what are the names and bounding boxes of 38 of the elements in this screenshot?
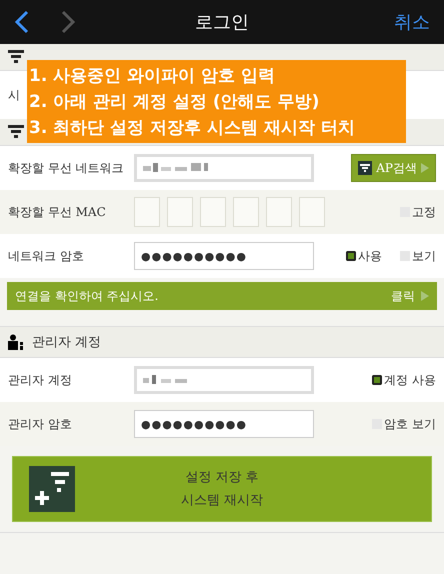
field-label: 확장할 무선 네트워크	[8, 160, 125, 176]
connection-message: 연결을 확인하여 주십시오.	[15, 288, 158, 304]
instruction-line: 3. 최하단 설정 저장후 시스템 재시작 터치	[29, 116, 356, 140]
field-label: 네트워크 암호	[8, 248, 85, 264]
cancel-button[interactable]: 취소	[394, 10, 430, 34]
instruction-line: 1. 사용중인 와이파이 암호 입력	[29, 64, 276, 88]
field-label: 관리자 계정	[8, 372, 73, 388]
filter-icon	[8, 125, 24, 139]
mac-octet-field[interactable]	[299, 197, 325, 227]
mac-octet-field[interactable]	[233, 197, 259, 227]
account-use-checkbox[interactable]: 계정 사용	[372, 372, 436, 388]
back-icon[interactable]	[14, 10, 30, 34]
add-setting-icon	[29, 466, 75, 512]
field-label: 관리자 암호	[8, 416, 73, 432]
mac-octet-field[interactable]	[200, 197, 226, 227]
section-title: 관리자 계정	[32, 334, 102, 351]
use-checkbox[interactable]: 사용	[346, 248, 382, 264]
mac-octet-field[interactable]	[134, 197, 160, 227]
field-label: 확장할 무선 MAC	[8, 204, 107, 220]
account-field[interactable]	[134, 366, 314, 394]
instruction-line: 2. 아래 관리 계정 설정 (안해도 무방)	[29, 90, 320, 114]
password-field[interactable]: ●●●●●●●●●●	[134, 242, 314, 270]
filter-icon	[8, 50, 24, 64]
fixed-checkbox[interactable]: 고정	[400, 204, 436, 220]
filter-icon	[358, 161, 372, 175]
show-password-checkbox[interactable]: 암호 보기	[372, 416, 436, 432]
password-field[interactable]: ●●●●●●●●●●	[134, 410, 314, 438]
mac-octet-field[interactable]	[266, 197, 292, 227]
user-icon	[8, 334, 24, 350]
network-name-field[interactable]	[134, 154, 314, 182]
play-icon	[421, 291, 429, 301]
play-icon	[421, 163, 429, 173]
save-restart-button[interactable]: 설정 저장 후 시스템 재시작	[12, 456, 432, 522]
mac-octet-field[interactable]	[167, 197, 193, 227]
forward-icon[interactable]	[60, 10, 76, 34]
window-title: 로그인	[195, 11, 249, 34]
row-label: 시	[8, 86, 20, 104]
show-checkbox[interactable]: 보기	[400, 248, 436, 264]
